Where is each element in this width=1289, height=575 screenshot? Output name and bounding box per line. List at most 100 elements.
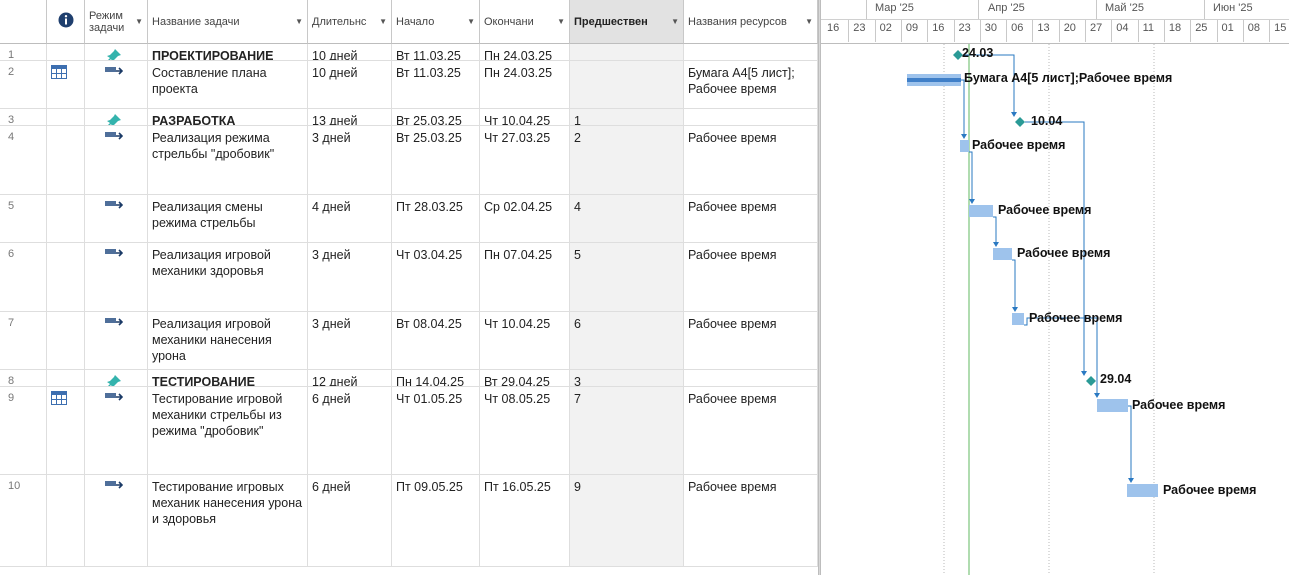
- start-cell[interactable]: Вт 08.04.25: [392, 312, 480, 369]
- dropdown-arrow-icon[interactable]: ▼: [467, 16, 475, 28]
- duration-cell[interactable]: 3 дней: [308, 243, 392, 311]
- task-mode-cell[interactable]: [85, 475, 148, 566]
- duration-cell[interactable]: 3 дней: [308, 312, 392, 369]
- task-name-cell[interactable]: РАЗРАБОТКА: [148, 109, 308, 125]
- indicator-cell[interactable]: [47, 475, 85, 566]
- resources-cell[interactable]: Бумага А4[5 лист]; Рабочее время: [684, 61, 818, 108]
- predecessors-cell[interactable]: 7: [570, 387, 684, 474]
- table-row[interactable]: 7 Реализация игровой механики нанесения у…: [0, 312, 818, 370]
- resources-cell[interactable]: [684, 109, 818, 125]
- duration-column-header[interactable]: Длительнс ▼: [308, 0, 392, 44]
- table-row[interactable]: 1 ПРОЕКТИРОВАНИЕ 10 дней Вт 11.03.25 Пн 24.0…: [0, 44, 818, 61]
- row-number-header[interactable]: [0, 0, 47, 44]
- predecessors-cell[interactable]: 6: [570, 312, 684, 369]
- row-number[interactable]: 6: [0, 243, 47, 311]
- predecessors-cell[interactable]: 9: [570, 475, 684, 566]
- indicator-cell[interactable]: [47, 387, 85, 474]
- indicator-cell[interactable]: [47, 312, 85, 369]
- table-row[interactable]: 8 ТЕСТИРОВАНИЕ 12 дней Пн 14.04.25 Вт 29.04.…: [0, 370, 818, 387]
- indicator-cell[interactable]: [47, 195, 85, 242]
- start-column-header[interactable]: Начало ▼: [392, 0, 480, 44]
- mode-column-header[interactable]: Режим задачи ▼: [85, 0, 148, 44]
- duration-cell[interactable]: 6 дней: [308, 387, 392, 474]
- table-row[interactable]: 9 Тестирование игровой механики стрельбы …: [0, 387, 818, 475]
- dropdown-arrow-icon[interactable]: ▼: [557, 16, 565, 28]
- resources-column-header[interactable]: Названия ресурсов ▼: [684, 0, 818, 44]
- start-cell[interactable]: Пт 28.03.25: [392, 195, 480, 242]
- predecessors-cell[interactable]: [570, 61, 684, 108]
- task-name-cell[interactable]: Тестирование игровой механики стрельбы и…: [148, 387, 308, 474]
- resources-cell[interactable]: Рабочее время: [684, 243, 818, 311]
- duration-cell[interactable]: 10 дней: [308, 61, 392, 108]
- task-name-cell[interactable]: ПРОЕКТИРОВАНИЕ: [148, 44, 308, 60]
- resources-cell[interactable]: Рабочее время: [684, 475, 818, 566]
- row-number[interactable]: 7: [0, 312, 47, 369]
- dropdown-arrow-icon[interactable]: ▼: [135, 16, 143, 28]
- row-number[interactable]: 2: [0, 61, 47, 108]
- table-row[interactable]: 3 РАЗРАБОТКА 13 дней Вт 25.03.25 Чт 10.04.25…: [0, 109, 818, 126]
- indicator-cell[interactable]: [47, 243, 85, 311]
- task-mode-cell[interactable]: [85, 195, 148, 242]
- finish-cell[interactable]: Чт 27.03.25: [480, 126, 570, 194]
- dropdown-arrow-icon[interactable]: ▼: [671, 16, 679, 28]
- start-cell[interactable]: Вт 11.03.25: [392, 44, 480, 60]
- start-cell[interactable]: Пт 09.05.25: [392, 475, 480, 566]
- dropdown-arrow-icon[interactable]: ▼: [379, 16, 387, 28]
- finish-cell[interactable]: Пт 16.05.25: [480, 475, 570, 566]
- indicator-cell[interactable]: [47, 126, 85, 194]
- start-cell[interactable]: Вт 25.03.25: [392, 109, 480, 125]
- name-column-header[interactable]: Название задачи ▼: [148, 0, 308, 44]
- info-column-header[interactable]: [47, 0, 85, 44]
- start-cell[interactable]: Чт 03.04.25: [392, 243, 480, 311]
- finish-column-header[interactable]: Окончани ▼: [480, 0, 570, 44]
- table-row[interactable]: 5 Реализация смены режима стрельбы 4 дней П…: [0, 195, 818, 243]
- task-mode-cell[interactable]: [85, 243, 148, 311]
- duration-cell[interactable]: 10 дней: [308, 44, 392, 60]
- task-mode-cell[interactable]: [85, 387, 148, 474]
- start-cell[interactable]: Вт 11.03.25: [392, 61, 480, 108]
- task-mode-cell[interactable]: [85, 44, 148, 60]
- predecessors-cell[interactable]: [570, 44, 684, 60]
- finish-cell[interactable]: Пн 07.04.25: [480, 243, 570, 311]
- predecessors-cell[interactable]: 1: [570, 109, 684, 125]
- resources-cell[interactable]: Рабочее время: [684, 126, 818, 194]
- duration-cell[interactable]: 4 дней: [308, 195, 392, 242]
- task-name-cell[interactable]: Реализация смены режима стрельбы: [148, 195, 308, 242]
- row-number[interactable]: 10: [0, 475, 47, 566]
- task-name-cell[interactable]: Реализация игровой механики здоровья: [148, 243, 308, 311]
- duration-cell[interactable]: 13 дней: [308, 109, 392, 125]
- task-name-cell[interactable]: Тестирование игровых механик нанесения у…: [148, 475, 308, 566]
- task-mode-cell[interactable]: [85, 61, 148, 108]
- table-row[interactable]: 2 Составление плана проекта 10 дней Вт 11.0…: [0, 61, 818, 109]
- dropdown-arrow-icon[interactable]: ▼: [295, 16, 303, 28]
- start-cell[interactable]: Вт 25.03.25: [392, 126, 480, 194]
- predecessors-cell[interactable]: 2: [570, 126, 684, 194]
- dropdown-arrow-icon[interactable]: ▼: [805, 16, 813, 28]
- task-name-cell[interactable]: Составление плана проекта: [148, 61, 308, 108]
- finish-cell[interactable]: Пн 24.03.25: [480, 61, 570, 108]
- duration-cell[interactable]: 6 дней: [308, 475, 392, 566]
- task-mode-cell[interactable]: [85, 109, 148, 125]
- task-mode-cell[interactable]: [85, 126, 148, 194]
- row-number[interactable]: 8: [0, 370, 47, 386]
- predecessors-cell[interactable]: 3: [570, 370, 684, 386]
- table-row[interactable]: 10 Тестирование игровых механик нанесения…: [0, 475, 818, 567]
- finish-cell[interactable]: Пн 24.03.25: [480, 44, 570, 60]
- table-row[interactable]: 6 Реализация игровой механики здоровья 3 д…: [0, 243, 818, 312]
- row-number[interactable]: 1: [0, 44, 47, 60]
- finish-cell[interactable]: Чт 10.04.25: [480, 109, 570, 125]
- task-name-cell[interactable]: ТЕСТИРОВАНИЕ: [148, 370, 308, 386]
- task-mode-cell[interactable]: [85, 370, 148, 386]
- task-name-cell[interactable]: Реализация режима стрельбы "дробовик": [148, 126, 308, 194]
- resources-cell[interactable]: [684, 44, 818, 60]
- resources-cell[interactable]: Рабочее время: [684, 387, 818, 474]
- row-number[interactable]: 9: [0, 387, 47, 474]
- task-name-cell[interactable]: Реализация игровой механики нанесения ур…: [148, 312, 308, 369]
- row-number[interactable]: 5: [0, 195, 47, 242]
- predecessors-column-header[interactable]: Предшествен ▼: [570, 0, 684, 44]
- start-cell[interactable]: Пн 14.04.25: [392, 370, 480, 386]
- predecessors-cell[interactable]: 5: [570, 243, 684, 311]
- start-cell[interactable]: Чт 01.05.25: [392, 387, 480, 474]
- resources-cell[interactable]: Рабочее время: [684, 312, 818, 369]
- table-row[interactable]: 4 Реализация режима стрельбы "дробовик" 3 …: [0, 126, 818, 195]
